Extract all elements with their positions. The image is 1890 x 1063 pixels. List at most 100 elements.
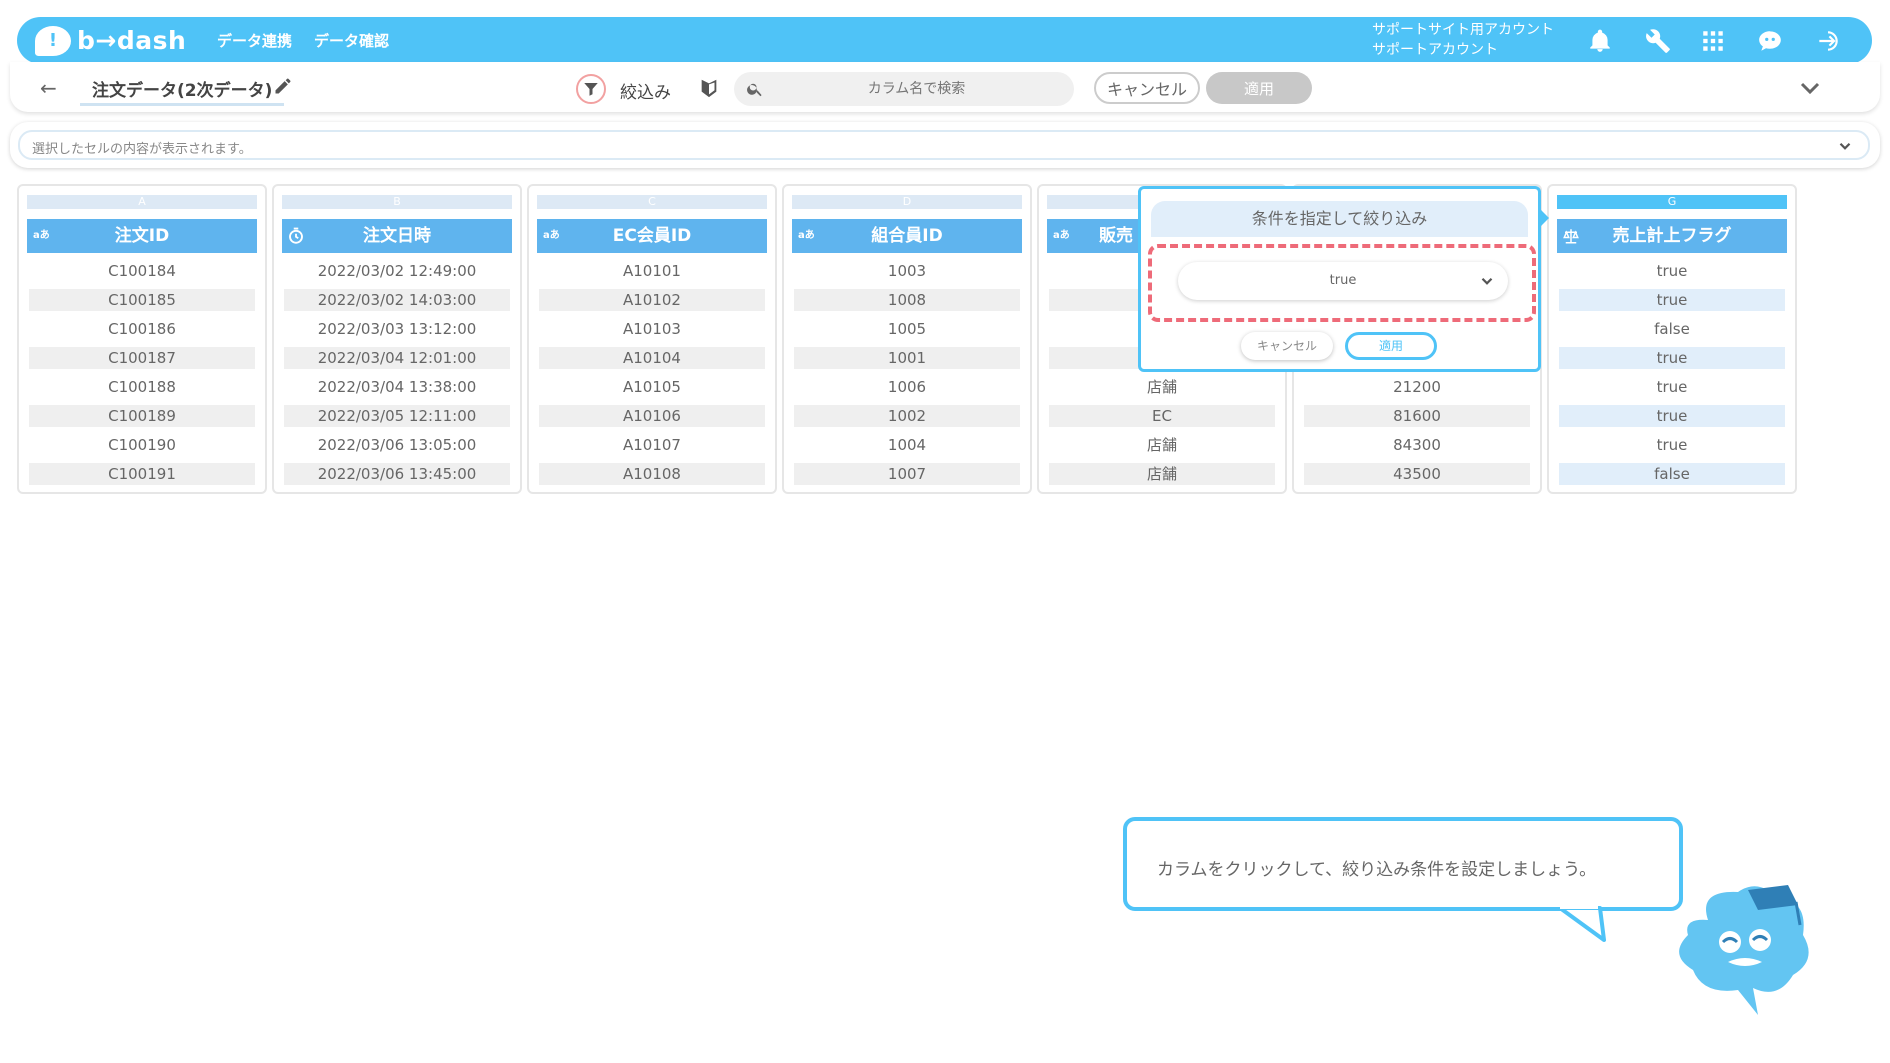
table-cell[interactable]: 2022/03/05 12:11:00 (284, 405, 510, 427)
table-cell[interactable]: C100189 (29, 405, 255, 427)
cell-preview-text: 選択したセルの内容が表示されます。 (32, 142, 252, 157)
table-cell[interactable]: 43500 (1304, 463, 1530, 485)
data-column-selected[interactable]: G 売上計上フラグ true true false true true true… (1547, 184, 1797, 494)
chevron-down-icon[interactable] (1798, 76, 1822, 100)
column-letter: C (537, 195, 767, 209)
table-cell[interactable]: A10104 (539, 347, 765, 369)
table-cell[interactable]: 1001 (794, 347, 1020, 369)
table-cell[interactable]: 84300 (1304, 434, 1530, 456)
column-header[interactable]: aあ 組合員ID (792, 219, 1022, 253)
table-cell[interactable]: 2022/03/06 13:05:00 (284, 434, 510, 456)
table-cell[interactable]: 1003 (794, 260, 1020, 282)
table-cell[interactable]: A10108 (539, 463, 765, 485)
table-cell[interactable]: 1006 (794, 376, 1020, 398)
column-header[interactable]: aあ 注文ID (27, 219, 257, 253)
table-cell[interactable]: EC (1049, 405, 1275, 427)
data-column[interactable]: D aあ 組合員ID 1003 1008 1005 1001 1006 1002… (782, 184, 1032, 494)
nav-data-check[interactable]: データ確認 (314, 30, 389, 51)
nav-data-integration[interactable]: データ連携 (217, 30, 292, 51)
table-cell[interactable]: 2022/03/02 14:03:00 (284, 289, 510, 311)
table-cell[interactable]: 店舗 (1049, 463, 1275, 485)
chevron-down-icon (1481, 277, 1493, 285)
table-cell[interactable]: 2022/03/04 13:38:00 (284, 376, 510, 398)
table-cell[interactable]: true (1559, 376, 1785, 398)
table-cell[interactable]: true (1559, 434, 1785, 456)
data-column[interactable]: C aあ EC会員ID A10101 A10102 A10103 A10104 … (527, 184, 777, 494)
column-letter: A (27, 195, 257, 209)
table-cell[interactable]: C100185 (29, 289, 255, 311)
apply-button[interactable]: 適用 (1206, 72, 1312, 104)
table-cell[interactable]: C100184 (29, 260, 255, 282)
table-cell[interactable]: 21200 (1304, 376, 1530, 398)
table-cell[interactable]: C100191 (29, 463, 255, 485)
table-cell[interactable]: false (1559, 318, 1785, 340)
table-cell[interactable]: true (1559, 405, 1785, 427)
table-cell[interactable]: 店舗 (1049, 376, 1275, 398)
popup-apply-button[interactable]: 適用 (1345, 332, 1437, 360)
table-cell[interactable]: 81600 (1304, 405, 1530, 427)
filter-condition-popup: 条件を指定して絞り込み true キャンセル 適用 (1138, 186, 1549, 372)
table-cell[interactable]: A10102 (539, 289, 765, 311)
table-cell[interactable]: C100187 (29, 347, 255, 369)
table-cell[interactable]: 1008 (794, 289, 1020, 311)
table-cell[interactable]: false (1559, 463, 1785, 485)
column-name: 売上計上フラグ (1612, 226, 1732, 246)
table-cell[interactable]: true (1559, 289, 1785, 311)
tutorial-tip: カラムをクリックして、絞り込み条件を設定しましょう。 (1123, 817, 1683, 911)
filter-label: 絞込み (620, 83, 671, 103)
scale-icon (1563, 229, 1579, 244)
table-cell[interactable]: 1004 (794, 434, 1020, 456)
text-type-icon: aあ (798, 230, 815, 241)
column-letter: G (1557, 195, 1787, 209)
table-cell[interactable]: A10105 (539, 376, 765, 398)
table-cell[interactable]: 1002 (794, 405, 1020, 427)
account-site-label: サポートサイト用アカウント (1372, 22, 1554, 38)
chat-face-icon[interactable] (1754, 25, 1786, 57)
popup-cancel-button[interactable]: キャンセル (1241, 332, 1333, 360)
table-cell[interactable]: 2022/03/03 13:12:00 (284, 318, 510, 340)
sub-toolbar: ← 注文データ(2次データ) 絞込み キャンセル 適用 (10, 62, 1880, 112)
condition-select[interactable]: true (1178, 262, 1508, 300)
column-name: 販売 (1099, 226, 1133, 246)
table-cell[interactable]: C100190 (29, 434, 255, 456)
table-cell[interactable]: A10103 (539, 318, 765, 340)
data-column[interactable]: A aあ 注文ID C100184 C100185 C100186 C10018… (17, 184, 267, 494)
data-column[interactable]: B 注文日時 2022/03/02 12:49:00 2022/03/02 14… (272, 184, 522, 494)
page-title[interactable]: 注文データ(2次データ) (80, 76, 285, 106)
table-cell[interactable]: true (1559, 347, 1785, 369)
table-cell[interactable]: A10106 (539, 405, 765, 427)
table-cell[interactable]: 2022/03/06 13:45:00 (284, 463, 510, 485)
cancel-button[interactable]: キャンセル (1094, 72, 1200, 104)
beginner-mark-icon[interactable] (698, 76, 720, 100)
table-cell[interactable]: 2022/03/02 12:49:00 (284, 260, 510, 282)
table-cell[interactable]: C100188 (29, 376, 255, 398)
table-cell[interactable]: 2022/03/04 12:01:00 (284, 347, 510, 369)
column-header[interactable]: 注文日時 (282, 219, 512, 253)
app-root: ! b→dash データ連携 データ確認 サポートサイト用アカウント サポートア… (0, 0, 1890, 1063)
column-header[interactable]: aあ EC会員ID (537, 219, 767, 253)
logout-icon[interactable] (1812, 25, 1844, 57)
filter-icon[interactable] (576, 74, 606, 104)
table-cell[interactable]: true (1559, 260, 1785, 282)
account-info[interactable]: サポートサイト用アカウント サポートアカウント (1372, 20, 1554, 60)
wrench-icon[interactable] (1642, 25, 1674, 57)
text-type-icon: aあ (1053, 230, 1070, 241)
search-input[interactable] (774, 72, 1059, 106)
search-icon (747, 83, 762, 97)
bdash-logo[interactable]: ! b→dash (35, 25, 195, 56)
bell-icon[interactable] (1584, 25, 1616, 57)
table-cell[interactable]: 店舗 (1049, 434, 1275, 456)
table-cell[interactable]: C100186 (29, 318, 255, 340)
table-cell[interactable]: 1005 (794, 318, 1020, 340)
popup-pointer (1540, 209, 1549, 227)
table-cell[interactable]: 1007 (794, 463, 1020, 485)
table-cell[interactable]: A10107 (539, 434, 765, 456)
cell-preview-field[interactable]: 選択したセルの内容が表示されます。 (18, 130, 1870, 160)
back-button[interactable]: ← (40, 76, 57, 100)
apps-grid-icon[interactable] (1697, 25, 1729, 57)
expand-chevron-icon[interactable] (1836, 137, 1854, 155)
pencil-icon[interactable] (273, 76, 293, 96)
column-header[interactable]: 売上計上フラグ (1557, 219, 1787, 253)
table-cell[interactable]: A10101 (539, 260, 765, 282)
account-name: サポートアカウント (1372, 42, 1498, 58)
